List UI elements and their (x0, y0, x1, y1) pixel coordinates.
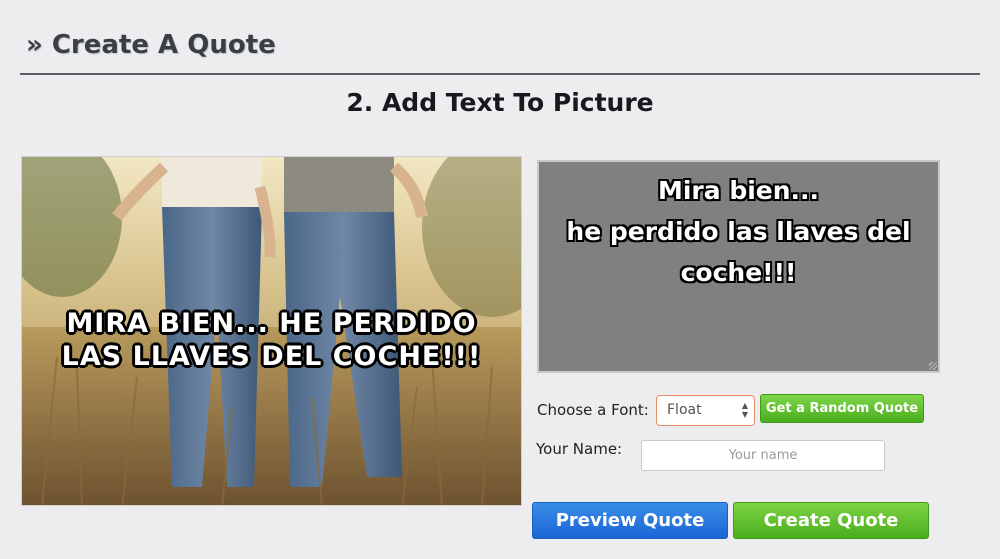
step-title: 2. Add Text To Picture (346, 88, 654, 117)
spinner-arrows-icon: ▲ ▼ (741, 401, 748, 419)
page-panel: » Create A Quote 2. Add Text To Picture (0, 0, 1000, 559)
header-divider (20, 73, 980, 75)
page-title: » Create A Quote (26, 30, 276, 60)
create-quote-button[interactable]: Create Quote (733, 502, 929, 539)
quote-textarea[interactable]: Mira bien... he perdido las llaves del c… (537, 160, 940, 373)
name-label: Your Name: (536, 440, 623, 458)
font-select[interactable]: Float ▲ ▼ (656, 395, 755, 426)
preview-quote-button[interactable]: Preview Quote (532, 502, 728, 539)
font-label: Choose a Font: (537, 401, 649, 419)
textarea-resize-grip[interactable] (929, 362, 937, 370)
name-input[interactable]: Your name (641, 440, 885, 471)
quote-preview-image: Mira bien... he perdido las llaves del c… (21, 156, 522, 506)
quote-overlay-text: Mira bien... he perdido las llaves del c… (61, 308, 482, 372)
random-quote-button[interactable]: Get a Random Quote (760, 394, 924, 423)
font-select-value: Float (667, 402, 702, 418)
